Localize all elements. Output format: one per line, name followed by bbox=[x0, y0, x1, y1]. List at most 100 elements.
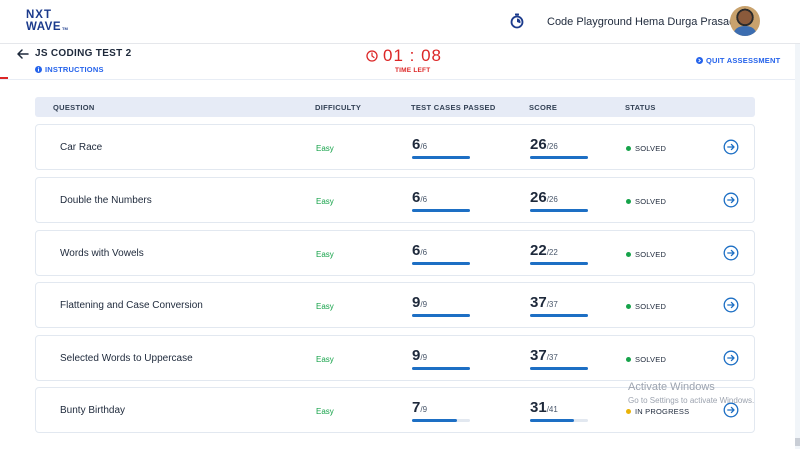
score-total: /22 bbox=[546, 248, 558, 257]
timer-progress-edge bbox=[0, 77, 8, 79]
question-name[interactable]: Car Race bbox=[60, 142, 102, 153]
column-status: STATUS bbox=[625, 103, 656, 112]
status-badge: IN PROGRESS bbox=[626, 407, 689, 416]
score-progress-fill bbox=[530, 209, 588, 212]
status-dot bbox=[626, 146, 631, 151]
status-dot bbox=[626, 357, 631, 362]
quit-assessment-button[interactable]: QUIT ASSESSMENT bbox=[696, 56, 780, 65]
user-name[interactable]: Hema Durga Prasad bbox=[635, 16, 735, 28]
test-cases-progress-fill bbox=[412, 367, 470, 370]
question-name[interactable]: Flattening and Case Conversion bbox=[60, 300, 203, 311]
top-header: NXT WAVETM Code Playground Hema Durga Pr… bbox=[0, 0, 800, 44]
score-progress-fill bbox=[530, 262, 588, 265]
score: 22/22 bbox=[530, 242, 558, 260]
activate-windows-hint: Go to Settings to activate Windows. bbox=[628, 396, 755, 405]
score-value: 26 bbox=[530, 189, 547, 206]
test-cases-progress-bar bbox=[412, 314, 470, 317]
difficulty-label: Easy bbox=[316, 355, 334, 364]
status-dot bbox=[626, 252, 631, 257]
status-badge: SOLVED bbox=[626, 355, 666, 364]
score-progress-fill bbox=[530, 367, 588, 370]
logo-wave: WAVE bbox=[26, 21, 62, 33]
difficulty-label: Easy bbox=[316, 250, 334, 259]
scrollbar-thumb[interactable] bbox=[795, 438, 800, 446]
score: 31/41 bbox=[530, 399, 558, 417]
score-total: /26 bbox=[546, 195, 558, 204]
score-progress-fill bbox=[530, 156, 588, 159]
avatar[interactable] bbox=[730, 6, 760, 36]
test-title: JS CODING TEST 2 bbox=[35, 48, 132, 59]
test-cases-progress-bar bbox=[412, 156, 470, 159]
score: 37/37 bbox=[530, 347, 558, 365]
stopwatch-icon[interactable] bbox=[510, 13, 524, 29]
table-row[interactable]: Bunty Birthday Easy 7/9 31/41 IN PROGRES… bbox=[35, 387, 755, 433]
passed-total: /6 bbox=[420, 195, 428, 204]
question-name[interactable]: Bunty Birthday bbox=[60, 405, 125, 416]
score-progress-bar bbox=[530, 156, 588, 159]
activate-windows-watermark: Activate Windows bbox=[628, 381, 715, 393]
passed-total: /6 bbox=[420, 248, 428, 257]
column-difficulty: DIFFICULTY bbox=[315, 103, 362, 112]
score-progress-bar bbox=[530, 419, 588, 422]
score-progress-fill bbox=[530, 419, 574, 422]
difficulty-label: Easy bbox=[316, 407, 334, 416]
time-left-label: TIME LEFT bbox=[395, 67, 431, 74]
passed-total: /9 bbox=[420, 353, 428, 362]
status-dot bbox=[626, 304, 631, 309]
score-progress-bar bbox=[530, 209, 588, 212]
column-score: SCORE bbox=[529, 103, 558, 112]
test-cases-passed: 6/6 bbox=[412, 189, 427, 207]
instructions-button[interactable]: INSTRUCTIONS bbox=[35, 65, 104, 74]
questions-table-header: QUESTION DIFFICULTY TEST CASES PASSED SC… bbox=[35, 97, 755, 117]
column-question: QUESTION bbox=[53, 103, 95, 112]
table-row[interactable]: Double the Numbers Easy 6/6 26/26 SOLVED bbox=[35, 177, 755, 223]
status-dot bbox=[626, 199, 631, 204]
score: 26/26 bbox=[530, 189, 558, 207]
arrow-right-circle-icon[interactable] bbox=[723, 139, 739, 155]
score: 26/26 bbox=[530, 136, 558, 154]
status-badge: SOLVED bbox=[626, 250, 666, 259]
nxtwave-logo[interactable]: NXT WAVETM bbox=[26, 9, 74, 35]
table-row[interactable]: Flattening and Case Conversion Easy 9/9 … bbox=[35, 282, 755, 328]
arrow-left-icon[interactable] bbox=[16, 47, 30, 61]
passed-total: /6 bbox=[420, 142, 428, 151]
test-cases-progress-fill bbox=[412, 156, 470, 159]
score-progress-bar bbox=[530, 262, 588, 265]
arrow-right-circle-icon[interactable] bbox=[723, 350, 739, 366]
score-value: 26 bbox=[530, 136, 547, 153]
status-badge: SOLVED bbox=[626, 197, 666, 206]
table-row[interactable]: Car Race Easy 6/6 26/26 SOLVED bbox=[35, 124, 755, 170]
instructions-label: INSTRUCTIONS bbox=[45, 65, 104, 74]
logo-trademark: TM bbox=[62, 26, 68, 31]
question-name[interactable]: Double the Numbers bbox=[60, 195, 152, 206]
code-playground-link[interactable]: Code Playground bbox=[547, 16, 632, 28]
clock-icon bbox=[366, 50, 378, 62]
question-name[interactable]: Words with Vowels bbox=[60, 248, 144, 259]
arrow-right-circle-icon[interactable] bbox=[723, 297, 739, 313]
score: 37/37 bbox=[530, 294, 558, 312]
test-cases-passed: 6/6 bbox=[412, 242, 427, 260]
question-name[interactable]: Selected Words to Uppercase bbox=[60, 353, 193, 364]
info-icon bbox=[35, 66, 42, 73]
test-cases-passed: 7/9 bbox=[412, 399, 427, 417]
arrow-right-circle-icon[interactable] bbox=[723, 192, 739, 208]
test-cases-passed: 9/9 bbox=[412, 347, 427, 365]
difficulty-label: Easy bbox=[316, 302, 334, 311]
test-cases-progress-bar bbox=[412, 367, 470, 370]
status-badge: SOLVED bbox=[626, 144, 666, 153]
test-cases-passed: 9/9 bbox=[412, 294, 427, 312]
table-row[interactable]: Selected Words to Uppercase Easy 9/9 37/… bbox=[35, 335, 755, 381]
status-text: SOLVED bbox=[635, 197, 667, 206]
status-dot bbox=[626, 409, 631, 414]
logo-line-2: WAVETM bbox=[26, 21, 74, 35]
table-row[interactable]: Words with Vowels Easy 6/6 22/22 SOLVED bbox=[35, 230, 755, 276]
page-scrollbar[interactable] bbox=[795, 44, 800, 449]
score-total: /37 bbox=[546, 300, 558, 309]
arrow-right-circle-icon[interactable] bbox=[723, 245, 739, 261]
column-test-cases-passed: TEST CASES PASSED bbox=[411, 103, 496, 112]
score-value: 22 bbox=[530, 242, 547, 259]
status-text: SOLVED bbox=[635, 302, 667, 311]
score-progress-bar bbox=[530, 314, 588, 317]
test-cases-progress-fill bbox=[412, 209, 470, 212]
test-cases-passed: 6/6 bbox=[412, 136, 427, 154]
